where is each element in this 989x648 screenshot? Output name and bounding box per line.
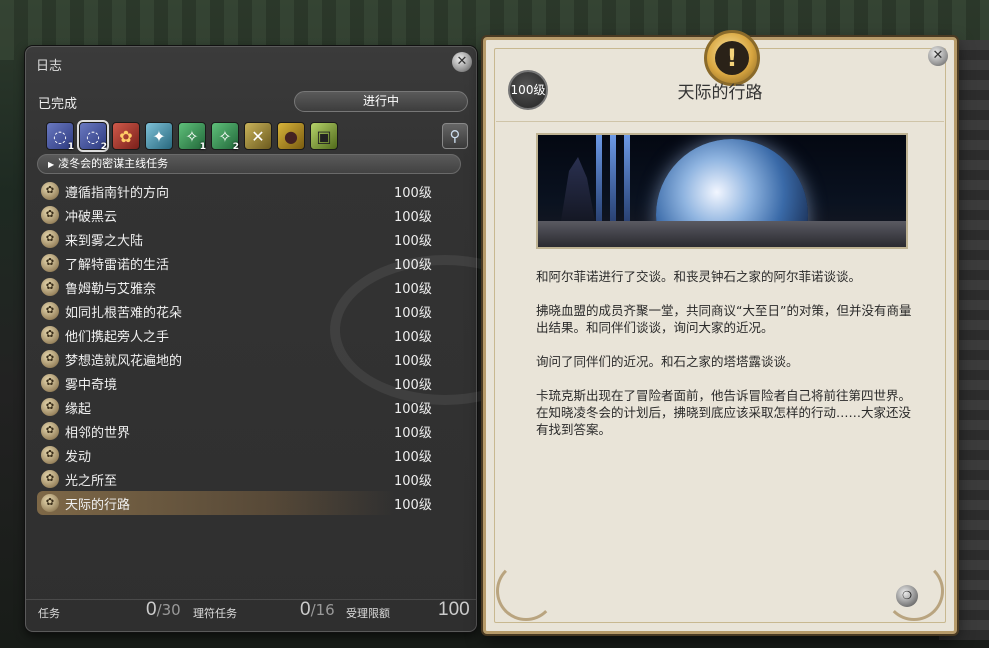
main-scenario-icon[interactable]: ◌ 2 [77, 120, 109, 152]
filter-glyph: ✧ [185, 126, 199, 146]
main-scenario-quest-icon: ✿ [41, 278, 59, 296]
leve-icon[interactable]: ✧ 1 [178, 122, 206, 152]
quest-row[interactable]: ✿ 相邻的世界 100级 [37, 419, 457, 443]
quest-category-label: 凌冬会的密谋主线任务 [58, 157, 169, 170]
quests-label: 任务 [38, 607, 60, 620]
quest-level: 100级 [394, 281, 432, 297]
main-scenario-quest-icon: ✿ [41, 446, 59, 464]
filter-glyph: ◌ [53, 126, 67, 146]
quest-level: 100级 [394, 497, 432, 513]
filter-glyph: ✦ [152, 126, 166, 146]
journal-close-icon[interactable]: ✕ [452, 52, 472, 72]
journal-window: 日志 ✕ 已完成 进行中 ◌ 1 ◌ 2 ✿ ✦ ✧ 1 ✧ 2 ✕ ● ▣ ⚲ ▶ 凌冬会的密谋主线任务… [25, 46, 477, 632]
main-scenario-quest-icon: ✿ [41, 350, 59, 368]
filter-sub-number: 2 [100, 142, 107, 152]
guildleve-label: 理符任务 [193, 607, 237, 620]
quest-level: 100级 [394, 257, 432, 273]
quest-row[interactable]: ✿ 梦想造就风花遍地的 100级 [37, 347, 457, 371]
main-scenario-quest-icon: ✿ [41, 374, 59, 392]
feature-quest-icon[interactable]: ✿ [112, 122, 140, 150]
filter-glyph: ✕ [251, 126, 265, 146]
ornament-bottom-left [496, 561, 556, 621]
main-scenario-quest-icon: ✿ [41, 422, 59, 440]
tab-completed[interactable]: 已完成 [38, 93, 77, 112]
main-scenario-icon[interactable]: ◌ 1 [46, 122, 74, 152]
quest-row[interactable]: ✿ 发动 100级 [37, 443, 457, 467]
quest-level: 100级 [394, 329, 432, 345]
filter-glyph: ▣ [316, 126, 332, 146]
description-paragraph: 拂晓血盟的成员齐聚一堂，共同商议“大至日”的对策，但并没有商量出结果。和同伴们谈… [536, 303, 912, 335]
main-scenario-quest-icon: ✿ [41, 230, 59, 248]
quest-row[interactable]: ✿ 他们携起旁人之手 100级 [37, 323, 457, 347]
main-scenario-quest-icon: ✿ [41, 302, 59, 320]
quest-description: 和阿尔菲诺进行了交谈。和丧灵钟石之家的阿尔菲诺谈谈。拂晓血盟的成员齐聚一堂，共同… [536, 268, 916, 455]
quest-filter-bar: ◌ 1 ◌ 2 ✿ ✦ ✧ 1 ✧ 2 ✕ ● ▣ [46, 120, 338, 152]
quests-count: 0 [146, 599, 157, 620]
main-scenario-quest-icon: ✿ [41, 206, 59, 224]
filter-sub-number: 1 [199, 142, 206, 152]
description-paragraph: 和阿尔菲诺进行了交谈。和丧灵钟石之家的阿尔菲诺谈谈。 [536, 269, 862, 284]
main-scenario-quest-icon: ✿ [41, 254, 59, 272]
quest-level: 100级 [394, 425, 432, 441]
quest-row[interactable]: ✿ 来到雾之大陆 100级 [37, 227, 457, 251]
journal-title: 日志 [36, 59, 63, 74]
journal-footer: 任务 0/30 理符任务 0/16 受理限额 100 [26, 599, 476, 625]
quest-detail-window: ✕ ! 100级 天际的行路 和阿尔菲诺进行了交谈。和丧灵钟石之家的阿尔菲诺谈谈… [483, 30, 957, 634]
quest-row[interactable]: ✿ 鲁姆勒与艾雅奈 100级 [37, 275, 457, 299]
quest-row[interactable]: ✿ 冲破黑云 100级 [37, 203, 457, 227]
quest-level: 100级 [394, 377, 432, 393]
quest-level: 100级 [394, 353, 432, 369]
guildleve-count: 0 [300, 599, 311, 620]
filter-sub-number: 2 [232, 142, 239, 152]
tab-in-progress[interactable]: 进行中 [294, 91, 468, 112]
battle-icon[interactable]: ✕ [244, 122, 272, 150]
quest-row[interactable]: ✿ 如同扎根苦难的花朵 100级 [37, 299, 457, 323]
filter-glyph: ✿ [119, 126, 133, 146]
quests-max: /30 [156, 601, 181, 619]
allowance-label: 受理限额 [346, 607, 390, 620]
quest-list: ✿ 遵循指南针的方向 100级 ✿ 冲破黑云 100级 ✿ 来到雾之大陆 100级 ✿ 了解特雷诺的… [37, 179, 457, 515]
quest-level: 100级 [394, 473, 432, 489]
quest-category-header[interactable]: ▶ 凌冬会的密谋主线任务 [37, 154, 461, 174]
search-icon[interactable]: ⚲ [442, 123, 468, 149]
side-quest-icon[interactable]: ✦ [145, 122, 173, 150]
quest-row[interactable]: ✿ 遵循指南针的方向 100级 [37, 179, 457, 203]
quest-row[interactable]: ✿ 光之所至 100级 [37, 467, 457, 491]
quest-banner-image [536, 133, 908, 249]
quests-counter: 0/30 [146, 599, 181, 621]
allowance-value: 100 [438, 599, 470, 620]
description-paragraph: 卡琉克斯出现在了冒险者面前，他告诉冒险者自己将前往第四世界。在知晓凌冬会的计划后… [536, 388, 912, 437]
main-scenario-quest-icon: ✿ [41, 494, 59, 512]
main-scenario-quest-icon: ✿ [41, 470, 59, 488]
description-paragraph: 询问了同伴们的近况。和石之家的塔塔露谈谈。 [536, 354, 799, 369]
filter-glyph: ✧ [218, 126, 232, 146]
main-scenario-quest-icon: ✿ [41, 398, 59, 416]
quest-row[interactable]: ✿ 雾中奇境 100级 [37, 371, 457, 395]
expand-triangle-icon: ▶ [48, 160, 55, 169]
misc-icon[interactable]: ▣ [310, 122, 338, 150]
leve-icon[interactable]: ✧ 2 [211, 122, 239, 152]
filter-glyph: ● [284, 126, 298, 146]
guildleve-counter: 0/16 [300, 599, 335, 621]
quest-level: 100级 [394, 185, 432, 201]
gathering-icon[interactable]: ● [277, 122, 305, 150]
quest-level: 100级 [394, 401, 432, 417]
quest-row[interactable]: ✿ 天际的行路 100级 [37, 491, 457, 515]
main-scenario-quest-icon: ✿ [41, 182, 59, 200]
quest-level: 100级 [394, 449, 432, 465]
quest-row[interactable]: ✿ 缘起 100级 [37, 395, 457, 419]
filter-glyph: ◌ [86, 126, 100, 146]
quest-level: 100级 [394, 305, 432, 321]
quest-level: 100级 [394, 209, 432, 225]
quest-row[interactable]: ✿ 了解特雷诺的生活 100级 [37, 251, 457, 275]
filter-sub-number: 1 [67, 142, 74, 152]
speech-bubble-icon[interactable]: ❍ [896, 585, 918, 607]
quest-level: 100级 [394, 233, 432, 249]
quest-title: 天际的行路 [677, 83, 763, 103]
main-scenario-quest-icon: ✿ [41, 326, 59, 344]
guildleve-max: /16 [310, 601, 335, 619]
